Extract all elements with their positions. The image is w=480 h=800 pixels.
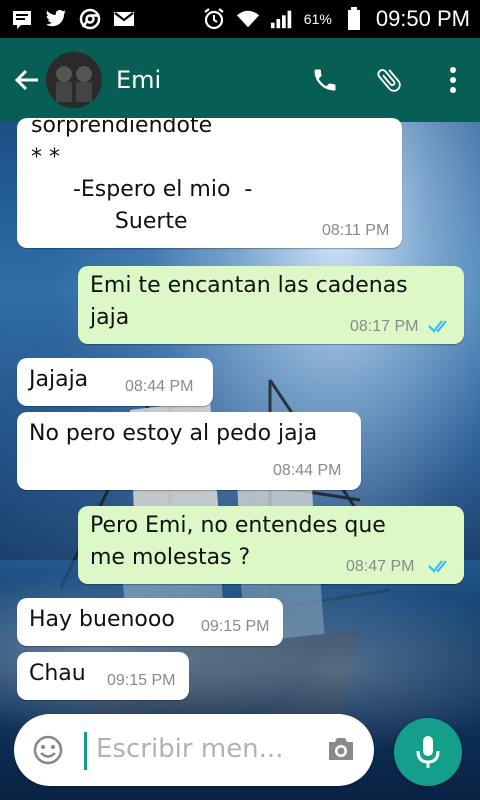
message-bubble-incoming[interactable]: sorprendiendote * * -Espero el mio - Sue… — [17, 118, 402, 248]
message-bubble-outgoing[interactable]: Pero Emi, no entendes que me molestas ? … — [78, 506, 464, 584]
message-bubble-outgoing[interactable]: Emi te encantan las cadenas jaja 08:17 P… — [78, 266, 464, 344]
signal-icon — [270, 7, 294, 31]
message-time: 08:17 PM — [350, 318, 419, 335]
mic-icon — [416, 736, 440, 768]
alarm-icon — [202, 7, 226, 31]
battery-percent: 61% — [303, 11, 332, 27]
chat-header: Emi — [0, 38, 480, 122]
message-bubble-incoming[interactable]: Hay buenooo 09:15 PM — [17, 598, 283, 646]
message-text: Hay buenooo — [29, 607, 175, 632]
back-arrow-icon[interactable] — [12, 65, 42, 95]
message-time: 09:15 PM — [201, 618, 270, 635]
status-left — [10, 7, 136, 31]
contact-name[interactable]: Emi — [116, 66, 161, 94]
status-time: 09:50 PM — [375, 6, 470, 31]
camera-icon[interactable] — [326, 736, 356, 762]
gmail-icon — [112, 7, 136, 31]
overflow-menu-icon[interactable] — [438, 65, 468, 95]
message-text: Chau — [29, 661, 86, 686]
phone-icon[interactable] — [310, 65, 340, 95]
twitter-icon — [44, 7, 68, 31]
message-bubble-incoming[interactable]: Chau 09:15 PM — [17, 652, 189, 700]
text-cursor — [84, 732, 87, 770]
status-bar: 61% 09:50 PM — [0, 0, 480, 38]
chrome-icon — [78, 7, 102, 31]
header-actions — [310, 65, 468, 95]
message-text: sorprendiendote * * -Espero el mio - Sue… — [31, 118, 253, 234]
read-ticks-icon — [428, 560, 447, 573]
attach-icon[interactable] — [374, 65, 404, 95]
message-text: Pero Emi, no entendes que me molestas ? — [90, 513, 386, 570]
message-bubble-incoming[interactable]: No pero estoy al pedo jaja 08:44 PM — [17, 412, 361, 490]
status-right: 61% 09:50 PM — [202, 6, 470, 32]
mic-button[interactable] — [394, 718, 462, 786]
avatar[interactable] — [46, 52, 102, 108]
emoji-icon[interactable] — [32, 734, 64, 766]
message-time: 09:15 PM — [107, 672, 176, 689]
message-time: 08:11 PM — [322, 222, 390, 239]
message-time: 08:47 PM — [346, 558, 415, 575]
message-text: Jajaja — [29, 367, 89, 392]
message-input-placeholder[interactable]: Escribir men... — [96, 734, 283, 764]
notification-icon — [10, 7, 34, 31]
read-ticks-icon — [428, 320, 447, 333]
wifi-icon — [236, 7, 260, 31]
message-composer[interactable]: Escribir men... — [14, 714, 374, 786]
message-text: No pero estoy al pedo jaja — [29, 421, 318, 446]
message-time: 08:44 PM — [125, 378, 194, 395]
message-time: 08:44 PM — [273, 462, 342, 479]
battery-icon — [342, 7, 366, 31]
message-bubble-incoming[interactable]: Jajaja 08:44 PM — [17, 358, 213, 406]
